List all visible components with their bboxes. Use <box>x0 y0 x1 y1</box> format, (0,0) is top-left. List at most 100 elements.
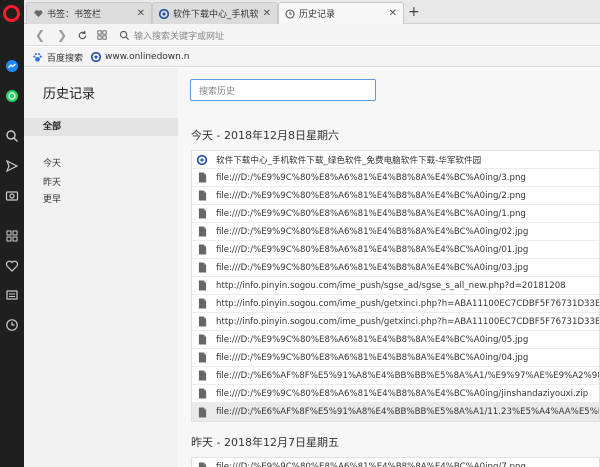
history-row[interactable]: http://info.pinyin.sogou.com/ime_push/ge… <box>192 295 599 313</box>
site-favicon-icon <box>90 52 101 63</box>
clock-icon <box>285 8 295 19</box>
history-row-text: http://info.pinyin.sogou.com/ime_push/sg… <box>216 280 566 291</box>
sidebar-item-older[interactable]: 更早 <box>43 192 61 205</box>
messenger-icon[interactable] <box>4 58 20 74</box>
history-row[interactable]: file:///D:/%E9%9C%80%E8%A6%81%E4%B8%8A%E… <box>192 331 599 349</box>
page-icon <box>197 172 207 183</box>
close-icon[interactable]: ✕ <box>263 8 271 19</box>
close-icon[interactable]: ✕ <box>137 8 145 19</box>
history-row[interactable]: file:///D:/%E9%9C%80%E8%A6%81%E4%B8%8A%E… <box>192 187 599 205</box>
history-search-input[interactable]: 搜索历史 <box>190 79 376 101</box>
page-icon <box>197 316 207 327</box>
history-row-text: file:///D:/%E9%9C%80%E8%A6%81%E4%B8%8A%E… <box>216 226 529 237</box>
history-row-text: file:///D:/%E9%9C%80%E8%A6%81%E4%B8%8A%E… <box>216 244 529 255</box>
page-icon <box>197 352 207 363</box>
history-row[interactable]: 软件下载中心_手机软件下载_绿色软件_免费电脑软件下载-华军软件园 <box>192 151 599 169</box>
tab-label: 历史记录 <box>299 10 336 20</box>
browser-window: 书签：书签栏 ✕ 软件下载中心_手机软件下载 ✕ 历史记录 ✕ + ❮ ❯ <box>0 0 600 467</box>
history-row-text: file:///D:/%E9%9C%80%E8%A6%81%E4%B8%8A%E… <box>216 190 526 201</box>
page-icon <box>197 262 207 273</box>
page-icon <box>197 244 207 255</box>
search-icon[interactable] <box>4 128 20 144</box>
history-row-text: 软件下载中心_手机软件下载_绿色软件_免费电脑软件下载-华军软件园 <box>216 155 482 166</box>
history-list-today: 软件下载中心_手机软件下载_绿色软件_免费电脑软件下载-华军软件园 file://… <box>191 150 600 422</box>
history-row-text: file:///D:/%E9%9C%80%E8%A6%81%E4%B8%8A%E… <box>216 352 529 363</box>
history-row[interactable]: file:///D:/%E9%9C%80%E8%A6%81%E4%B8%8A%E… <box>192 169 599 187</box>
tab-label: 软件下载中心_手机软件下载 <box>173 10 259 20</box>
site-favicon-icon <box>159 8 169 19</box>
tab-strip: 书签：书签栏 ✕ 软件下载中心_手机软件下载 ✕ 历史记录 ✕ + <box>24 0 600 24</box>
search-placeholder: 搜索历史 <box>199 86 236 97</box>
reload-icon <box>78 30 86 39</box>
sidebar-item-all[interactable]: 全部 <box>24 118 178 136</box>
history-row[interactable]: file:///D:/%E6%AF%8F%E5%91%A8%E4%BB%BB%E… <box>192 403 599 421</box>
tab-bookmarks[interactable]: 书签：书签栏 ✕ <box>26 2 152 24</box>
tab-onlinedown[interactable]: 软件下载中心_手机软件下载 ✕ <box>152 2 278 24</box>
history-row[interactable]: file:///D:/%E9%9C%80%E8%A6%81%E4%B8%8A%E… <box>192 205 599 223</box>
page-icon <box>197 462 207 467</box>
history-row-text: file:///D:/%E9%9C%80%E8%A6%81%E4%B8%8A%E… <box>216 462 526 467</box>
bookmark-baidu[interactable]: 百度搜索 <box>32 50 83 64</box>
history-row[interactable]: file:///D:/%E9%9C%80%E8%A6%81%E4%B8%8A%E… <box>192 458 599 467</box>
page-icon <box>197 370 207 381</box>
history-row[interactable]: file:///D:/%E9%9C%80%E8%A6%81%E4%B8%8A%E… <box>192 349 599 367</box>
history-list-yesterday: file:///D:/%E9%9C%80%E8%A6%81%E4%B8%8A%E… <box>191 457 600 467</box>
heart-icon <box>33 9 43 19</box>
close-icon[interactable]: ✕ <box>389 8 397 19</box>
toolbar: ❮ ❯ 输入搜索关键字或网址 <box>24 24 600 46</box>
history-row-text: file:///D:/%E9%9C%80%E8%A6%81%E4%B8%8A%E… <box>216 262 529 273</box>
history-row[interactable]: file:///D:/%E9%9C%80%E8%A6%81%E4%B8%8A%E… <box>192 259 599 277</box>
bookmark-label: 百度搜索 <box>47 53 84 64</box>
baidu-paw-icon <box>32 52 43 63</box>
sidebar-item-yesterday[interactable]: 昨天 <box>43 175 61 188</box>
history-row-text: file:///D:/%E6%AF%8F%E5%91%A8%E4%BB%BB%E… <box>216 407 599 417</box>
back-button[interactable]: ❮ <box>32 27 48 43</box>
grid-icon <box>97 30 107 40</box>
page-title: 历史记录 <box>43 87 96 102</box>
news-icon[interactable] <box>4 287 20 303</box>
history-row[interactable]: file:///D:/%E6%AF%8F%E5%91%A8%E4%BB%BB%E… <box>192 367 599 385</box>
page-icon <box>197 190 207 201</box>
opera-logo-icon[interactable] <box>3 5 20 22</box>
search-icon <box>119 30 130 40</box>
history-row[interactable]: http://info.pinyin.sogou.com/ime_push/sg… <box>192 277 599 295</box>
page-icon <box>197 334 207 345</box>
address-placeholder: 输入搜索关键字或网址 <box>134 31 225 42</box>
bookmarks-bar: 百度搜索 www.onlinedown.n <box>24 47 600 67</box>
speed-dial-button[interactable] <box>94 27 110 43</box>
page-icon <box>197 226 207 237</box>
section-title-today: 今天 - 2018年12月8日星期六 <box>191 129 339 142</box>
history-row[interactable]: file:///D:/%E9%9C%80%E8%A6%81%E4%B8%8A%E… <box>192 241 599 259</box>
send-icon[interactable] <box>4 158 20 174</box>
history-row-text: file:///D:/%E6%AF%8F%E5%91%A8%E4%BB%BB%E… <box>216 370 599 381</box>
history-icon[interactable] <box>4 317 20 333</box>
site-favicon-icon <box>197 154 207 165</box>
page-icon <box>197 407 207 418</box>
sidebar-item-today[interactable]: 今天 <box>43 156 61 169</box>
history-row[interactable]: http://info.pinyin.sogou.com/ime_push/ge… <box>192 313 599 331</box>
page-icon <box>197 388 207 399</box>
bookmark-label: www.onlinedown.n <box>105 52 190 62</box>
history-row-text: http://info.pinyin.sogou.com/ime_push/ge… <box>216 316 599 327</box>
section-title-yesterday: 昨天 - 2018年12月7日星期五 <box>191 436 339 449</box>
history-row[interactable]: file:///D:/%E9%9C%80%E8%A6%81%E4%B8%8A%E… <box>192 385 599 403</box>
opera-sidebar <box>0 0 24 467</box>
tab-history[interactable]: 历史记录 ✕ <box>278 2 404 24</box>
tab-label: 书签：书签栏 <box>47 10 102 20</box>
history-row-text: file:///D:/%E9%9C%80%E8%A6%81%E4%B8%8A%E… <box>216 172 526 183</box>
camera-icon[interactable] <box>4 187 20 203</box>
new-tab-button[interactable]: + <box>408 4 420 20</box>
bookmark-onlinedown[interactable]: www.onlinedown.n <box>90 50 189 64</box>
page-icon <box>197 280 207 291</box>
history-row-text: http://info.pinyin.sogou.com/ime_push/ge… <box>216 298 599 309</box>
heart-icon[interactable] <box>4 258 20 274</box>
history-row-text: file:///D:/%E9%9C%80%E8%A6%81%E4%B8%8A%E… <box>216 208 526 219</box>
reload-button[interactable] <box>74 27 90 43</box>
history-sidebar: 历史记录 全部 今天 昨天 更早 <box>24 68 178 467</box>
history-row-text: file:///D:/%E9%9C%80%E8%A6%81%E4%B8%8A%E… <box>216 334 529 345</box>
address-bar[interactable]: 输入搜索关键字或网址 <box>119 26 600 44</box>
history-row[interactable]: file:///D:/%E9%9C%80%E8%A6%81%E4%B8%8A%E… <box>192 223 599 241</box>
forward-button[interactable]: ❯ <box>54 27 70 43</box>
whatsapp-icon[interactable] <box>4 88 20 104</box>
speed-dial-icon[interactable] <box>4 228 20 244</box>
